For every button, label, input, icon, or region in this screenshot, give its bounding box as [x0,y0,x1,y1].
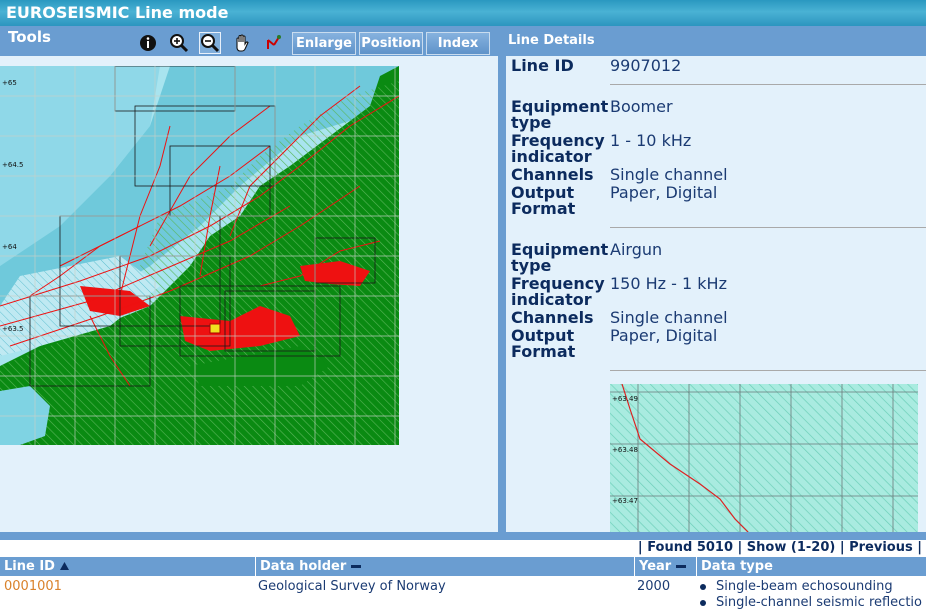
channels-label: Channels [511,165,594,184]
position-button[interactable]: Position [359,32,423,55]
map-panel: +65 +64.5 +64 +63.5 [0,56,500,532]
pagination-text[interactable]: | Found 5010 | Show (1-20) | Previous | [638,540,922,555]
bullet-icon [700,599,706,606]
channels-value: Single channel [610,165,728,184]
line-details-title: Line Details [508,33,595,48]
table-row-year: 2000 [637,579,671,594]
line-id-label: Line ID [511,56,574,75]
column-header-data-holder[interactable]: Data holder [256,557,634,576]
app-title: EUROSEISMIC Line mode [0,0,926,26]
channels-label: Channels [511,308,594,327]
sort-none-icon[interactable] [351,565,362,568]
column-header-line-id[interactable]: Line ID [0,557,255,576]
enlarge-button[interactable]: Enlarge [292,32,356,55]
euroseismic-window: EUROSEISMIC Line mode Tools Enlarge Posi… [0,0,926,612]
equipment-type-label: Equipment type [511,240,609,275]
pagination-bar: | Found 5010 | Show (1-20) | Previous | [0,540,926,557]
table-row-line-id-link[interactable]: 0001001 [4,579,62,594]
sort-up-icon[interactable] [59,557,69,576]
equipment-type-value: Boomer [610,97,673,116]
column-header-year[interactable]: Year [635,557,696,576]
sort-none-icon[interactable] [676,565,687,568]
bullet-icon [700,583,706,590]
data-type-item: Single-beam echosounding [716,579,893,594]
column-header-data-type: Data type [697,557,926,576]
separator [610,227,926,228]
table-row-data-type: Single-beam echosounding [700,579,893,594]
frequency-value: 1 - 10 kHz [610,131,692,150]
line-id-value: 9907012 [610,56,682,75]
output-format-value: Paper, Digital [610,183,718,202]
lat-label-64-5: +64.5 [2,161,23,169]
tools-label: Tools [8,28,51,46]
table-row-data-holder: Geological Survey of Norway [258,579,446,594]
column-header-label: Data type [701,559,773,574]
line-details-header: Line Details [500,26,926,56]
frequency-value: 150 Hz - 1 kHz [610,274,727,293]
minimap-lat-label: +63.48 [612,446,638,454]
separator [610,84,926,85]
column-header-label: Year [639,559,672,574]
separator [610,370,926,371]
channels-value: Single channel [610,308,728,327]
lat-label-63-5: +63.5 [2,325,23,333]
lat-label-64: +64 [2,243,17,251]
line-minimap: +63.49 +63.48 +63.47 [610,384,918,532]
minimap-lat-label: +63.49 [612,395,638,403]
output-format-value: Paper, Digital [610,326,718,345]
line-details-panel: Line ID 9907012 Equipment type Boomer Fr… [506,56,926,532]
frequency-label: Frequency indicator [511,274,605,309]
minimap-lat-label: +63.47 [612,497,638,505]
index-button[interactable]: Index [426,32,490,55]
equipment-type-label: Equipment type [511,97,609,132]
table-row-data-type: Single-channel seismic reflectio [700,595,922,610]
zoom-in-icon[interactable] [168,32,190,54]
frequency-label: Frequency indicator [511,131,605,166]
column-header-label: Data holder [260,559,347,574]
zoom-out-icon[interactable] [199,32,221,54]
data-type-item: Single-channel seismic reflectio [716,595,922,610]
seismic-map[interactable]: +65 +64.5 +64 +63.5 [0,66,399,445]
output-format-label: Output Format [511,183,576,218]
results-top-band [0,532,926,540]
lat-label-65: +65 [2,79,17,87]
pan-hand-icon[interactable] [231,32,253,54]
equipment-type-value: Airgun [610,240,663,259]
info-icon[interactable] [137,32,159,54]
measure-icon[interactable] [263,32,285,54]
output-format-label: Output Format [511,326,576,361]
column-header-label: Line ID [4,559,55,574]
